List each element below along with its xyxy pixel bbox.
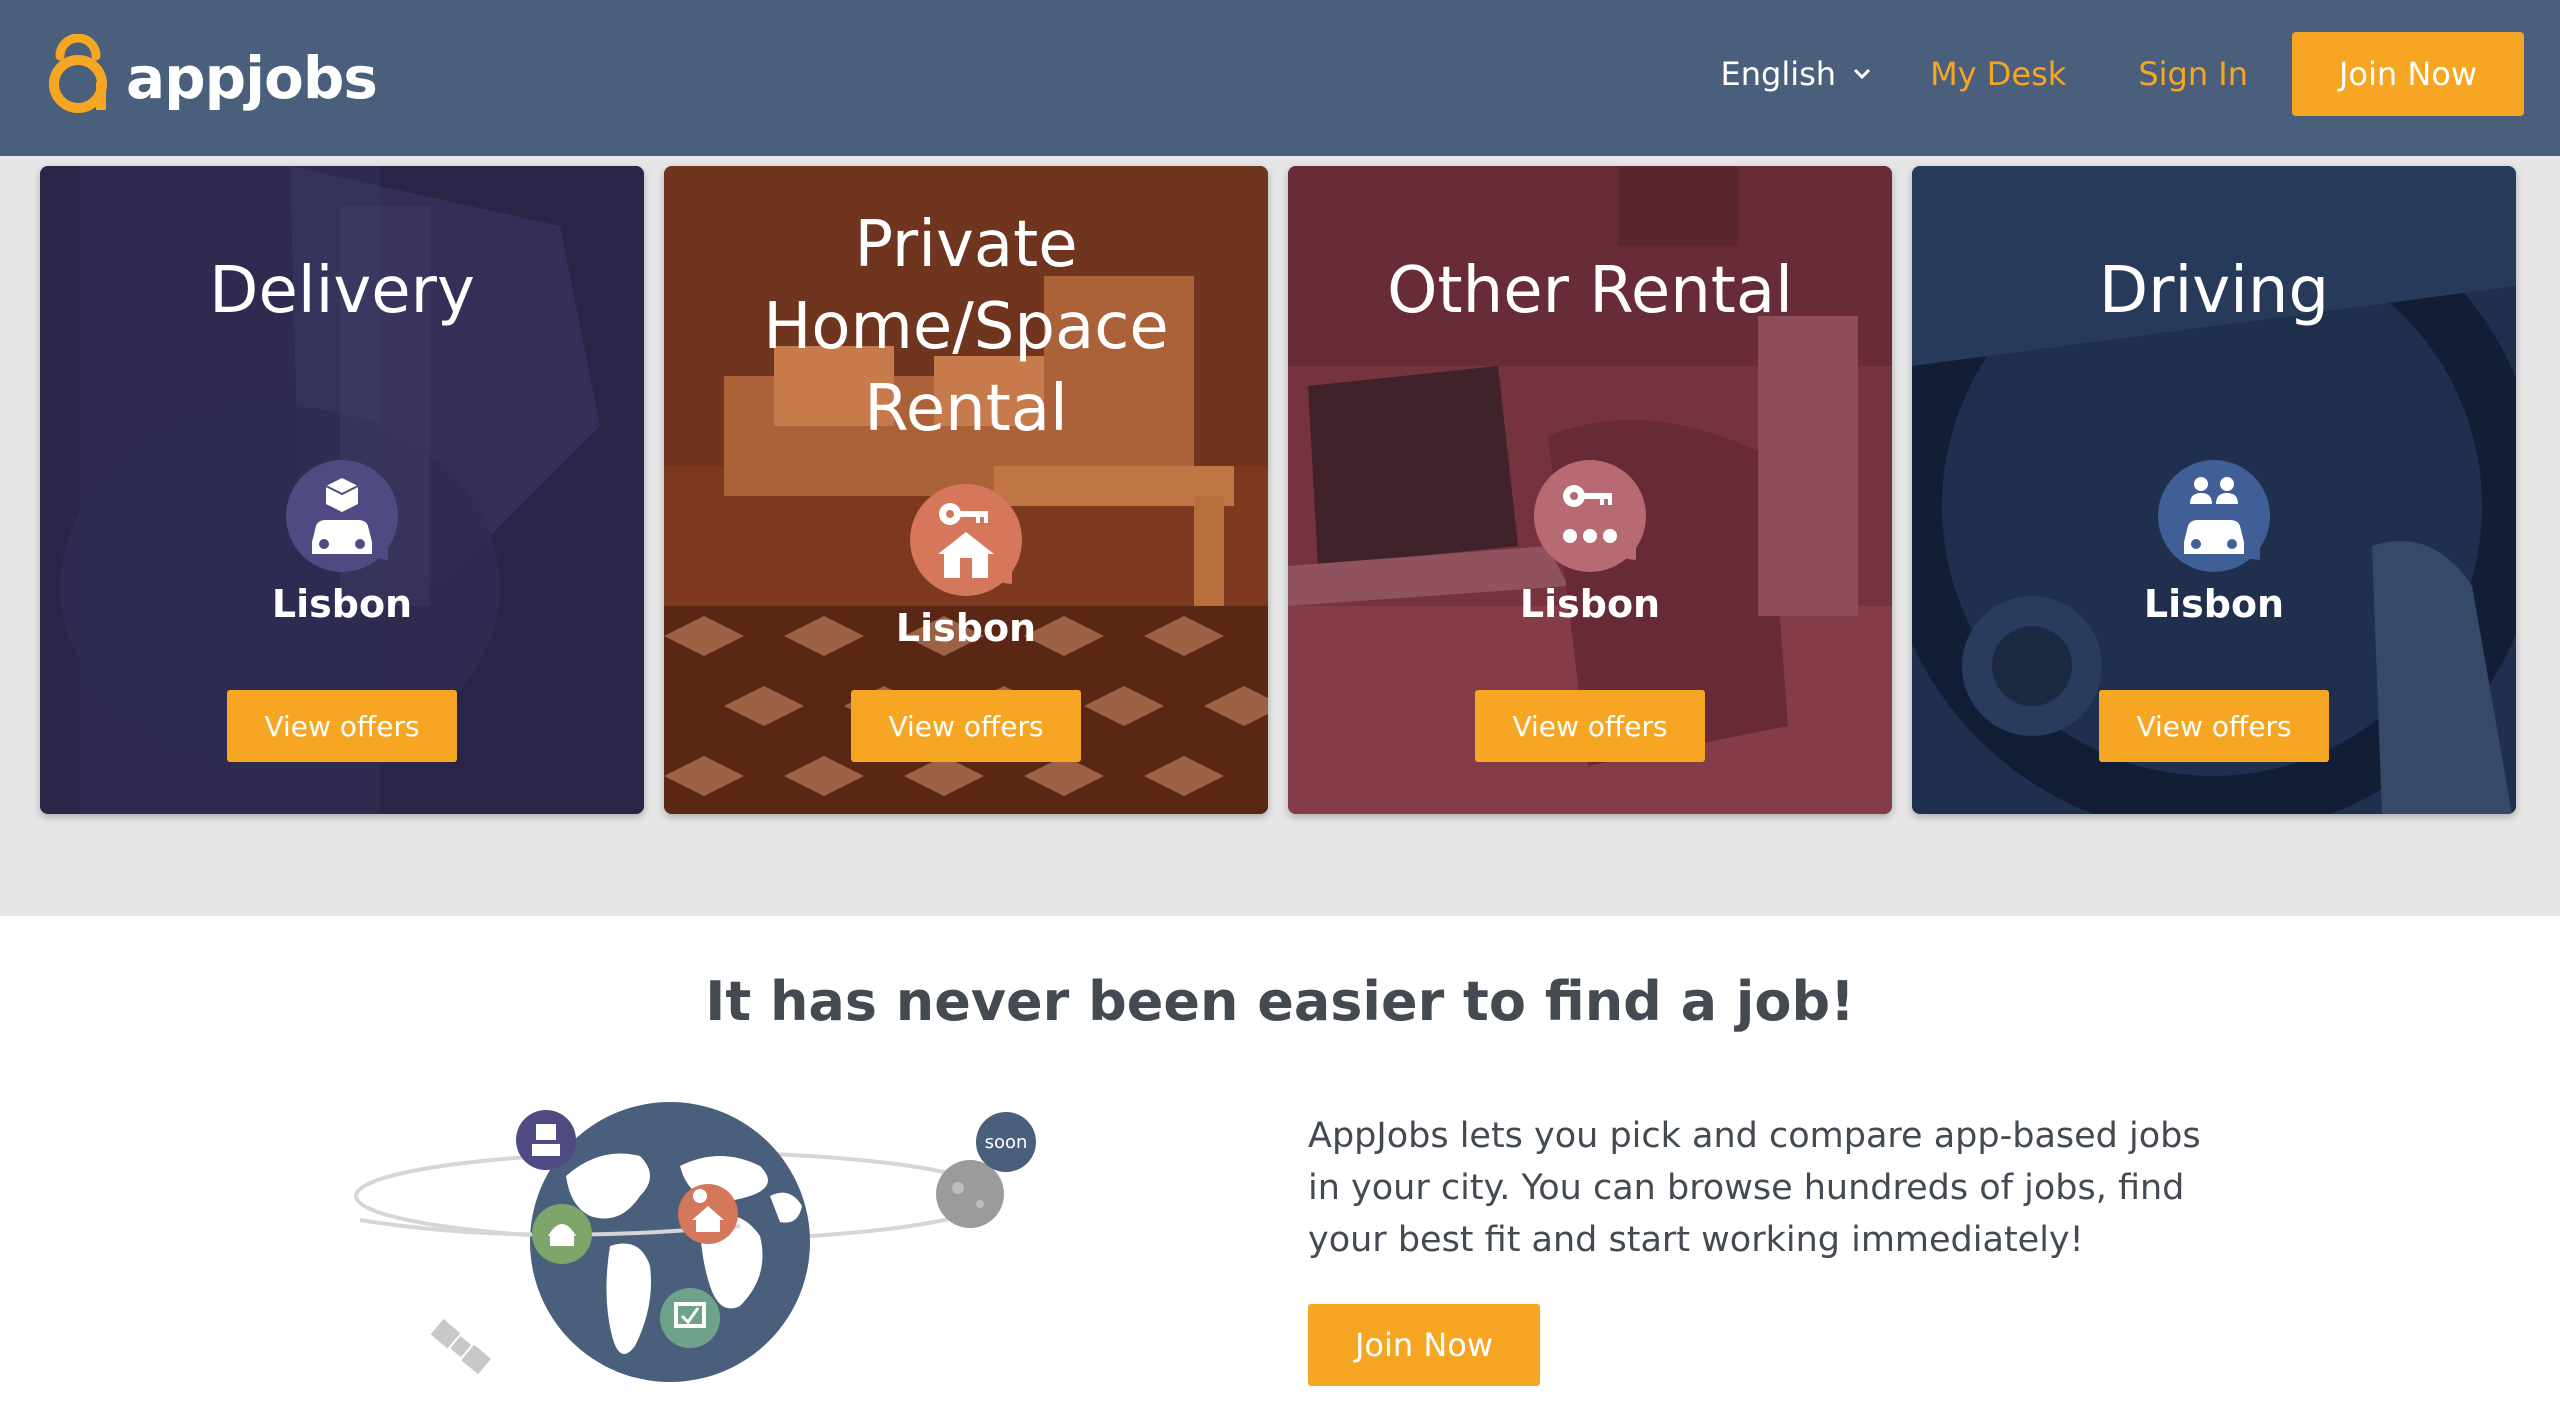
join-now-button[interactable]: Join Now [2292, 32, 2524, 116]
my-desk-link[interactable]: My Desk [1930, 55, 2066, 93]
card-driving[interactable]: Driving Lisbon View offers [1912, 166, 2516, 814]
header-nav: English My Desk Sign In Join Now [1721, 32, 2524, 116]
appjobs-logo[interactable]: appjobs [46, 34, 378, 116]
delivery-icon [286, 460, 398, 572]
driving-icon [2158, 460, 2270, 572]
other-rental-icon [1534, 460, 1646, 572]
join-now-button-secondary[interactable]: Join Now [1308, 1304, 1540, 1386]
view-offers-button[interactable]: View offers [1475, 690, 1705, 762]
card-title: Delivery [209, 254, 475, 328]
soon-badge: soon [985, 1132, 1028, 1153]
category-cards: Delivery Lisbon View offers Private Home… [40, 166, 2520, 814]
section-title: It has never been easier to find a job! [705, 970, 1855, 1033]
chevron-down-icon [1854, 68, 1871, 80]
home-rental-icon [910, 484, 1022, 596]
language-label: English [1720, 55, 1837, 93]
view-offers-button[interactable]: View offers [227, 690, 457, 762]
card-title: Private Home/Space Rental [763, 208, 1169, 446]
card-title: Other Rental [1387, 254, 1793, 328]
card-delivery[interactable]: Delivery Lisbon View offers [40, 166, 644, 814]
section-description: AppJobs lets you pick and compare app-ba… [1308, 1116, 2201, 1260]
top-navbar: appjobs English My Desk Sign In Join Now [0, 0, 2560, 156]
card-city: Lisbon [2143, 582, 2285, 626]
card-city: Lisbon [271, 582, 413, 626]
globe-illustration: soon [354, 1102, 1036, 1382]
card-title: Driving [2098, 254, 2330, 328]
find-job-section: It has never been easier to find a job! … [0, 916, 2560, 1402]
logo-icon [49, 34, 107, 113]
sign-in-link[interactable]: Sign In [2138, 55, 2248, 93]
card-other-rental[interactable]: Other Rental Lisbon View offers [1288, 166, 1892, 814]
language-selector[interactable]: English [1721, 55, 1873, 93]
logo-text: appjobs [126, 44, 378, 112]
card-city: Lisbon [1519, 582, 1661, 626]
view-offers-button[interactable]: View offers [851, 690, 1081, 762]
card-home-rental[interactable]: Private Home/Space Rental Lisbon View of… [664, 166, 1268, 814]
card-city: Lisbon [895, 606, 1037, 650]
view-offers-button[interactable]: View offers [2099, 690, 2329, 762]
